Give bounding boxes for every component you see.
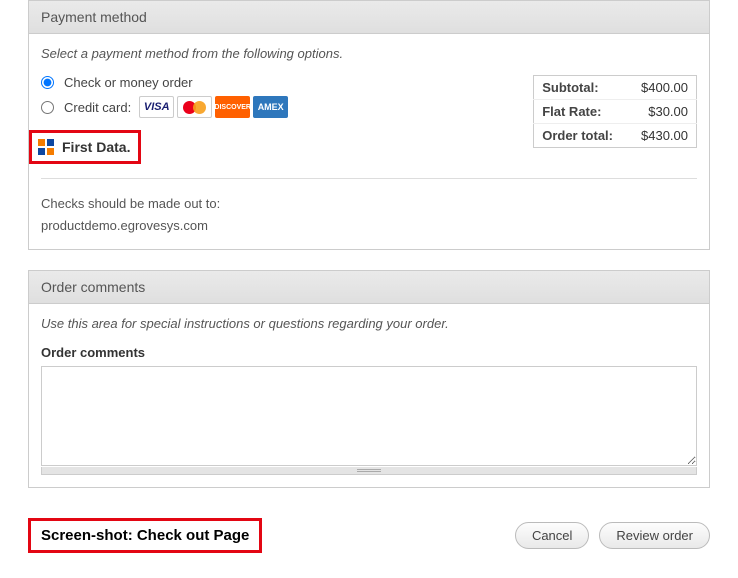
total-label: Order total:	[534, 124, 621, 148]
option-credit-label: Credit card:	[64, 100, 131, 115]
firstdata-icon	[36, 137, 56, 157]
payment-method-body: Select a payment method from the followi…	[29, 34, 709, 249]
order-comments-header: Order comments	[29, 271, 709, 304]
grip-lines-icon	[357, 469, 381, 472]
comments-textarea[interactable]	[41, 366, 697, 466]
option-credit[interactable]: Credit card: VISA DISCOVER AMEX	[41, 96, 513, 118]
subtotal-label: Subtotal:	[534, 76, 621, 100]
comments-instruction: Use this area for special instructions o…	[41, 316, 697, 331]
card-icons: VISA DISCOVER AMEX	[139, 96, 288, 118]
amex-icon: AMEX	[253, 96, 288, 118]
total-value: $430.00	[621, 124, 697, 148]
comments-field-label: Order comments	[41, 345, 697, 360]
screenshot-caption: Screen-shot: Check out Page	[28, 518, 262, 553]
firstdata-label: First Data.	[62, 139, 130, 155]
order-summary-table: Subtotal: $400.00 Flat Rate: $30.00 Orde…	[533, 75, 697, 148]
check-info-line1: Checks should be made out to:	[41, 193, 697, 215]
order-comments-body: Use this area for special instructions o…	[29, 304, 709, 487]
order-comments-panel: Order comments Use this area for special…	[28, 270, 710, 488]
flatrate-value: $30.00	[621, 100, 697, 124]
bottom-row: Screen-shot: Check out Page Cancel Revie…	[28, 508, 710, 573]
option-check[interactable]: Check or money order	[41, 75, 513, 90]
radio-check[interactable]	[41, 76, 54, 89]
radio-credit[interactable]	[41, 101, 54, 114]
summary-flatrate-row: Flat Rate: $30.00	[534, 100, 697, 124]
visa-icon: VISA	[139, 96, 174, 118]
discover-icon: DISCOVER	[215, 96, 250, 118]
flatrate-label: Flat Rate:	[534, 100, 621, 124]
check-info-line2: productdemo.egrovesys.com	[41, 215, 697, 237]
payment-method-panel: Payment method Select a payment method f…	[28, 0, 710, 250]
divider	[41, 178, 697, 179]
subtotal-value: $400.00	[621, 76, 697, 100]
summary-total-row: Order total: $430.00	[534, 124, 697, 148]
cancel-button[interactable]: Cancel	[515, 522, 589, 549]
check-payable-info: Checks should be made out to: productdem…	[41, 193, 697, 237]
summary-subtotal-row: Subtotal: $400.00	[534, 76, 697, 100]
review-order-button[interactable]: Review order	[599, 522, 710, 549]
action-buttons: Cancel Review order	[515, 522, 710, 549]
resize-handle[interactable]	[41, 467, 697, 475]
payment-method-header: Payment method	[29, 1, 709, 34]
mastercard-icon	[177, 96, 212, 118]
firstdata-highlight: First Data.	[29, 130, 141, 164]
payment-instruction: Select a payment method from the followi…	[41, 46, 697, 61]
option-check-label: Check or money order	[64, 75, 193, 90]
